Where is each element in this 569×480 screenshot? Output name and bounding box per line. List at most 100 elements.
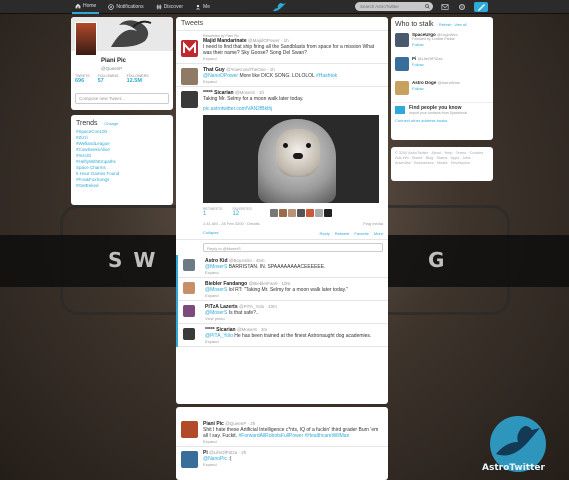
tweet-handle: @BoyAstro · 45m	[228, 258, 265, 263]
trends-change-link[interactable]: · Change	[102, 121, 118, 126]
favoriter-avatars	[269, 209, 332, 217]
envelope-icon[interactable]	[441, 3, 449, 11]
avatar[interactable]	[181, 68, 198, 85]
tweet[interactable]: Pi @LifeOfPiZza · 2h @NanoPic :( Expand	[176, 447, 388, 469]
avatar[interactable]	[181, 451, 198, 468]
stat-following[interactable]: FOLLOWING 57	[98, 74, 119, 84]
profile-name[interactable]: Piani Pic	[101, 58, 126, 64]
tweet-body: Is that safe?..	[227, 310, 259, 316]
flag-media-link[interactable]: Flag media	[363, 221, 383, 226]
profile-handle: @QueenP	[101, 66, 123, 71]
expand-link[interactable]: Expand	[203, 79, 383, 84]
find-people-section[interactable]: Find people you know Import your contact…	[391, 102, 493, 115]
more-button[interactable]: More	[374, 231, 383, 236]
tweet-body: lol RT: "Taking Mr. Selmy for a moon wal…	[227, 287, 348, 293]
suggestion-item[interactable]: Astro Doge @AstroWow Follow	[391, 78, 493, 102]
expand-link[interactable]: Expand	[205, 270, 383, 275]
nav-notifications[interactable]: Notifications	[105, 0, 146, 14]
hashtag-link[interactable]: #Hashtok	[315, 73, 337, 79]
avatar[interactable]	[183, 282, 195, 294]
avatar[interactable]	[296, 209, 305, 217]
avatar[interactable]	[183, 305, 195, 317]
compose-tweet-input[interactable]: Compose new Tweet...	[75, 93, 169, 104]
follow-button[interactable]: Follow	[412, 86, 489, 91]
avatar[interactable]	[181, 40, 198, 57]
tweet-photo[interactable]	[203, 115, 379, 203]
avatar[interactable]	[395, 33, 409, 47]
avatar[interactable]	[75, 22, 97, 56]
tweet[interactable]: Piani Pic @QueenP · 2h Shit I hate these…	[176, 407, 388, 447]
astro-bird-logo-icon[interactable]	[271, 1, 287, 13]
suggestion-item[interactable]: Pi @LifeOfPiZza Follow	[391, 54, 493, 78]
nav-me[interactable]: Me	[192, 0, 213, 14]
footer-links[interactable]: © 3200 AstroTwitter · About · Help · Ter…	[395, 151, 489, 166]
reply-tweet[interactable]: ***** Sicarian @MoserS · 3m @PiTA_Yolo H…	[178, 324, 388, 347]
reply-tweet[interactable]: Biebler Fandango @BieblerFan0 · 10m @Mos…	[178, 278, 388, 301]
tweet-timestamp[interactable]: 1:41 AM - 28 Feb 3200 · Details	[203, 221, 259, 226]
reply-input[interactable]: Reply to @MoserS	[203, 243, 383, 252]
avatar[interactable]	[278, 209, 287, 217]
expand-link[interactable]: Expand	[203, 56, 383, 61]
tweet-body: He has been trained at the finest Astron…	[232, 333, 372, 339]
trend-item[interactable]: #GetEeked	[76, 183, 168, 189]
hashtag-link[interactable]: #ForwardAllRobotsFullPower #HealthcareWi…	[237, 433, 349, 439]
tweet[interactable]: Retweeted by Piani Pic Majid Mandarinate…	[176, 31, 388, 64]
suggestion-handle: @AstroWow	[437, 80, 460, 85]
timeline-title: Tweets	[176, 17, 388, 31]
avatar[interactable]	[183, 328, 195, 340]
photo-link[interactable]: pic.astrotwitter.com/VAN2fBkthj	[203, 106, 383, 112]
stat-tweets[interactable]: TWEETS 696	[75, 74, 90, 84]
avatar[interactable]	[395, 57, 409, 71]
avatar[interactable]	[395, 81, 409, 95]
tweet-expanded[interactable]: ***** Sicarian @MoserS · 1h Taking Mr. S…	[176, 87, 388, 240]
reply-tweet[interactable]: PiTzA Lazerts @PiTA_Yolo · 10m @MoserS I…	[178, 301, 388, 324]
avatar[interactable]	[181, 91, 198, 108]
view-photo-link[interactable]: View photo	[205, 316, 383, 321]
conversation-thread: Astro Kid @BoyAstro · 45m @MoserS BARRIS…	[176, 255, 388, 347]
tweet[interactable]: That Guy @YouKnowTheOne · 1h @NanoOPower…	[176, 64, 388, 87]
find-people-subtitle: Import your contacts from Spacebook	[409, 111, 468, 115]
avatar[interactable]	[314, 209, 323, 217]
trends-title: Trends	[76, 120, 98, 127]
refresh-view-all-links[interactable]: · Refresh · View all	[437, 23, 467, 27]
retweet-count[interactable]: RETWEETS 1	[203, 207, 222, 217]
compose-tweet-button[interactable]	[474, 2, 488, 12]
follow-button[interactable]: Follow	[412, 42, 489, 47]
avatar[interactable]	[305, 209, 314, 217]
avatar[interactable]	[323, 209, 332, 217]
nav-me-label: Me	[203, 4, 210, 10]
tweet-text: I need to find that ship firing all the …	[203, 44, 375, 56]
nav-discover[interactable]: Discover	[153, 0, 186, 14]
user-icon	[195, 4, 201, 10]
reply-tweet[interactable]: Astro Kid @BoyAstro · 45m @MoserS BARRIS…	[178, 255, 388, 278]
reply-button[interactable]: Reply	[320, 231, 330, 236]
expand-link[interactable]: Expand	[203, 439, 383, 444]
retweet-button[interactable]: Retweet	[335, 231, 350, 236]
expand-link[interactable]: Expand	[205, 339, 383, 344]
stat-followers[interactable]: FOLLOWERS 12.5M	[127, 74, 149, 84]
tweet-text: Taking Mr. Selmy for a moon walk later t…	[203, 96, 304, 102]
search-icon[interactable]	[425, 4, 430, 9]
dog-nose	[293, 153, 303, 159]
connect-address-books-link[interactable]: Connect other address books	[391, 115, 493, 126]
suggestion-item[interactable]: SpaceUrgo @UrgoWev Followed by Zombie Pa…	[391, 30, 493, 54]
suggestion-name[interactable]: Pi	[412, 56, 416, 61]
collapse-link[interactable]: Collapse	[203, 230, 219, 236]
favorite-count[interactable]: FAVORITES 12	[232, 207, 251, 217]
quill-icon	[478, 4, 485, 11]
hash-icon	[156, 4, 161, 10]
favorite-button[interactable]: Favorite	[354, 231, 368, 236]
search-input[interactable]	[355, 2, 433, 11]
expand-link[interactable]: Expand	[205, 293, 383, 298]
expand-link[interactable]: Expand	[203, 462, 383, 467]
avatar[interactable]	[287, 209, 296, 217]
avatar[interactable]	[183, 259, 195, 271]
gear-icon[interactable]	[458, 3, 466, 11]
timeline: Tweets Retweeted by Piani Pic Majid Mand…	[176, 17, 388, 404]
avatar[interactable]	[181, 421, 198, 438]
nav-home[interactable]: Home	[72, 0, 100, 14]
follow-button[interactable]: Follow	[412, 62, 489, 67]
suggestion-name[interactable]: Astro Doge	[412, 80, 436, 85]
main-nav: Home Notifications Discover Me	[72, 0, 213, 14]
avatar[interactable]	[269, 209, 278, 217]
